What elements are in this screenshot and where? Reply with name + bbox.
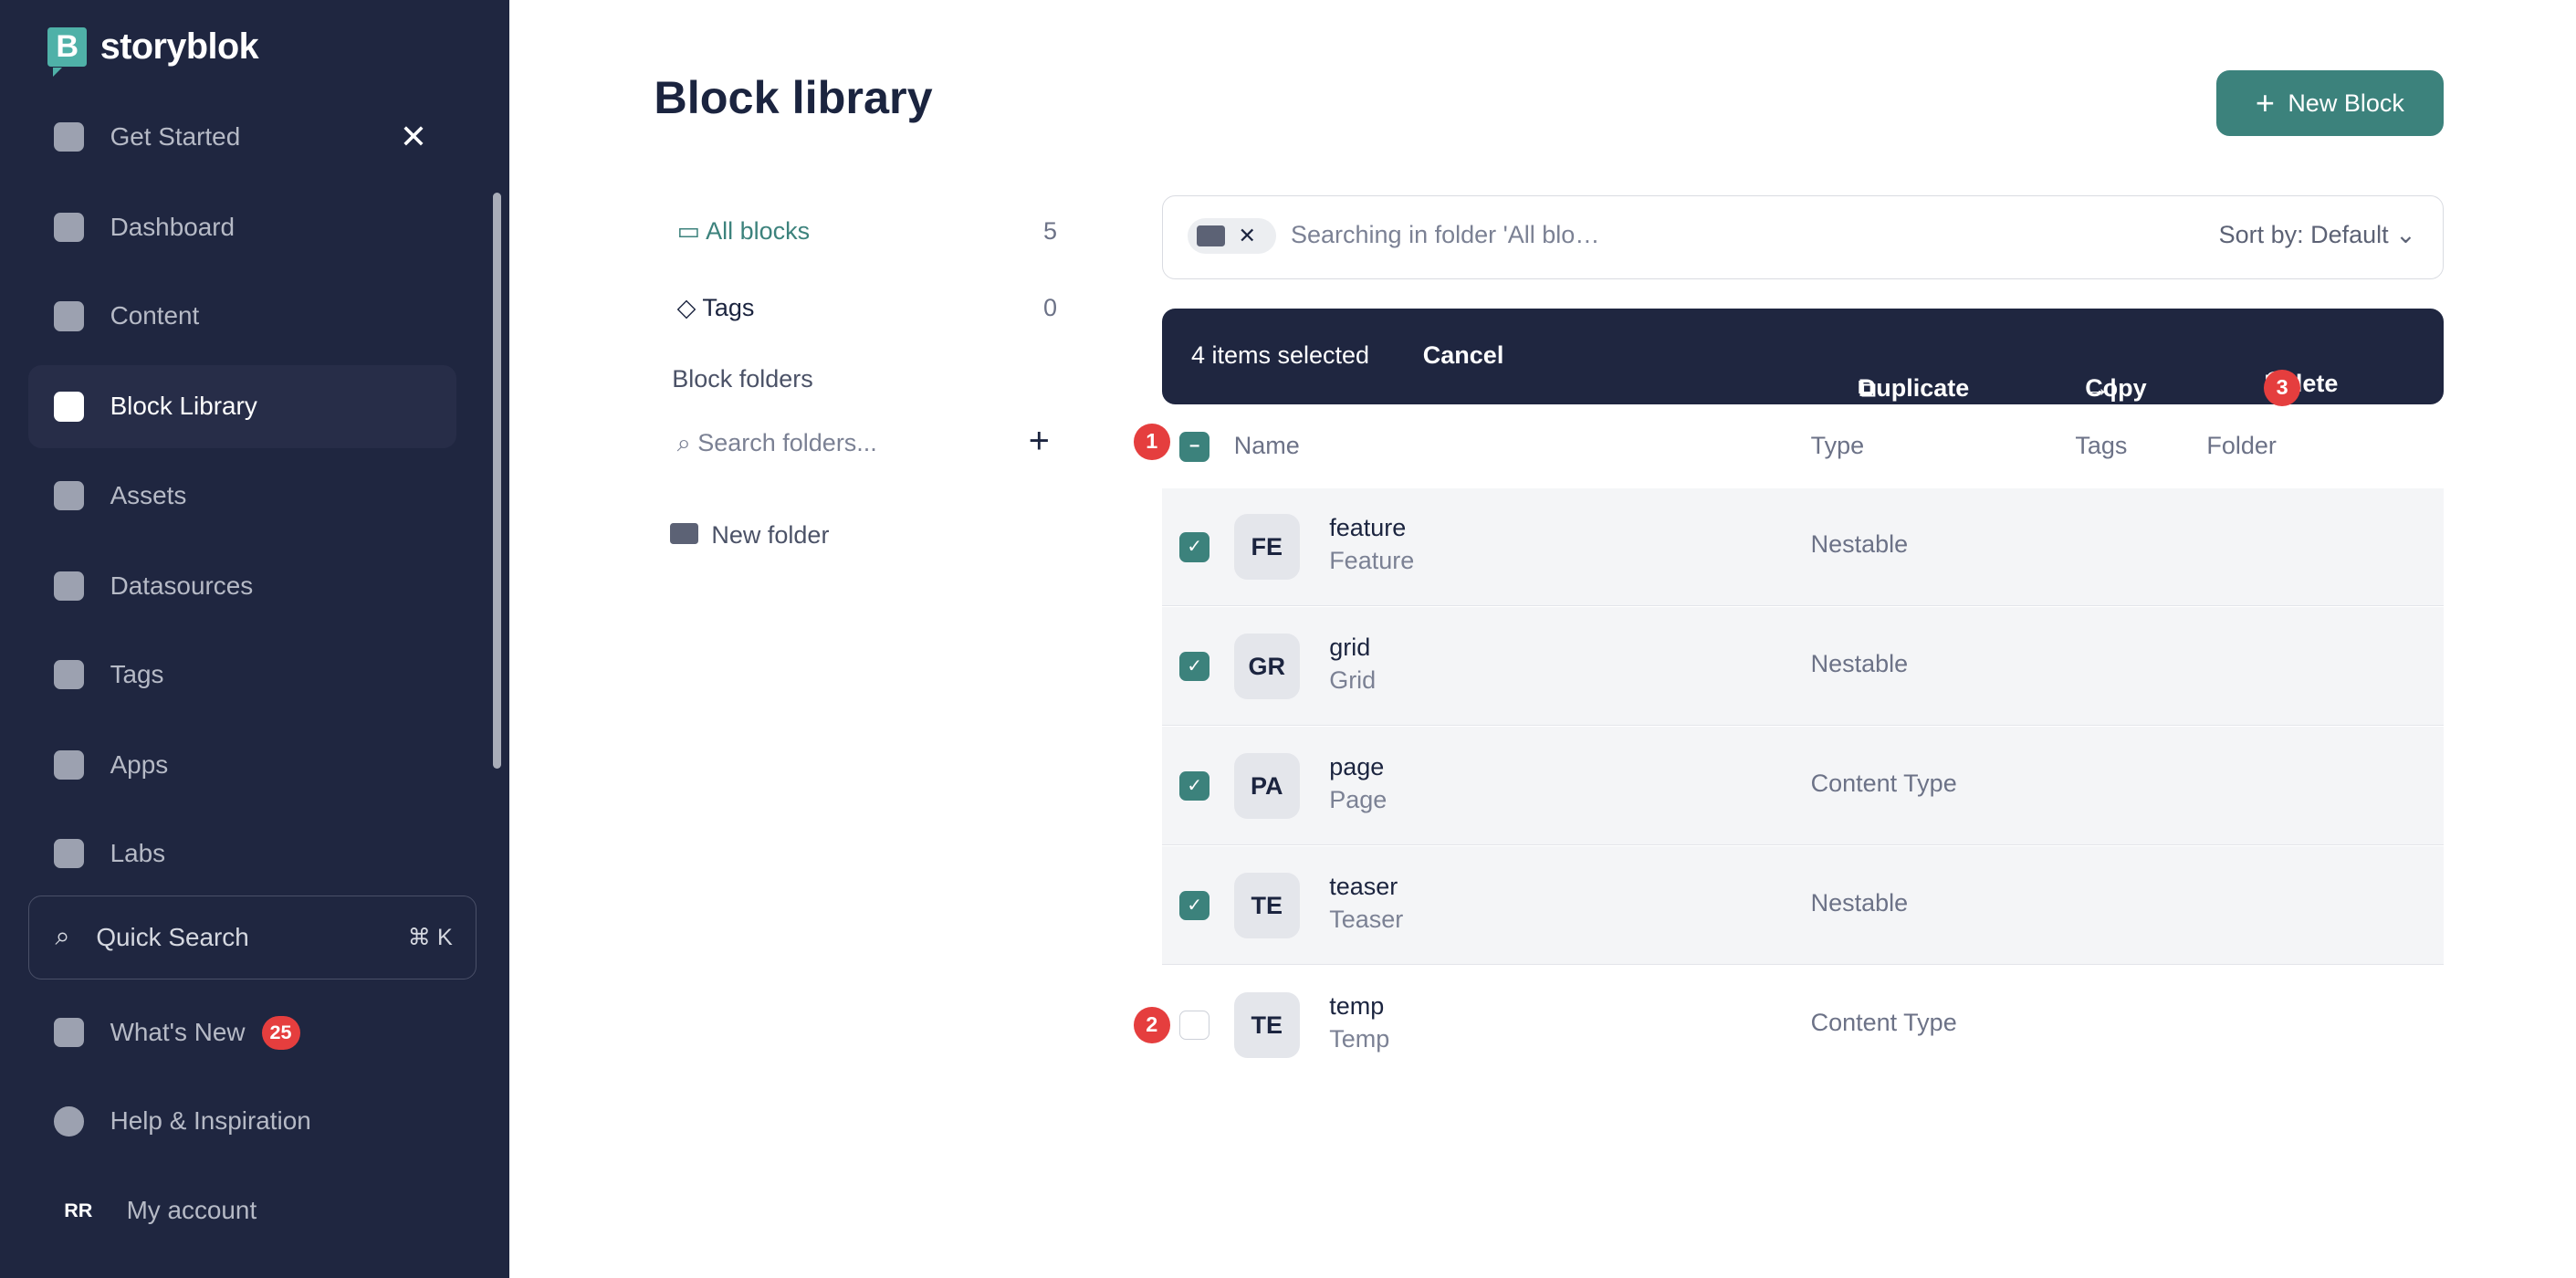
sidebar-item-account[interactable]: RR My account — [28, 1168, 457, 1252]
lifebuoy-icon — [54, 1106, 84, 1137]
block-initials: PA — [1233, 753, 1300, 820]
block-type: Nestable — [1810, 530, 1909, 559]
table-row[interactable]: ✓ FE feature Feature Nestable — [1161, 487, 2444, 607]
row-checkbox[interactable]: ✓ — [1179, 770, 1209, 801]
search-input[interactable]: Searching in folder 'All blo… — [1291, 221, 1599, 249]
folder-item-new-folder[interactable]: New folder — [670, 521, 829, 550]
marker-3: 3 — [2264, 369, 2300, 406]
row-checkbox[interactable]: ✓ — [1179, 532, 1209, 562]
block-initials: TE — [1233, 872, 1300, 938]
tag-icon: ◇ — [676, 294, 703, 322]
selection-count: 4 items selected — [1190, 341, 1370, 370]
tag-icon — [54, 659, 84, 690]
close-icon[interactable]: ✕ — [400, 118, 427, 156]
content-icon — [54, 301, 84, 331]
block-initials: GR — [1233, 634, 1300, 700]
all-blocks-count: 5 — [1043, 216, 1058, 245]
marker-1: 1 — [1134, 424, 1170, 460]
all-blocks-link[interactable]: ▭ All blocks — [677, 217, 811, 246]
sidebar: Bstoryblok Get Started ✕ Dashboard Content B… — [0, 0, 509, 1278]
sidebar-item-labs[interactable]: Labs — [28, 812, 457, 896]
page-title: Block library — [654, 71, 933, 124]
block-type: Nestable — [1810, 650, 1909, 678]
block-display-name: Page — [1329, 786, 1387, 814]
new-block-button[interactable]: + New Block — [2216, 70, 2444, 137]
sidebar-item-apps[interactable]: Apps — [28, 723, 457, 807]
marker-2: 2 — [1134, 1007, 1170, 1043]
storyblok-logo[interactable]: Bstoryblok — [47, 26, 259, 77]
sort-dropdown[interactable]: Sort by: Default ⌄ — [2219, 221, 2416, 249]
row-checkbox[interactable] — [1179, 1010, 1209, 1041]
sidebar-item-tags[interactable]: Tags — [28, 633, 457, 717]
folder-filter-chip[interactable]: ✕ — [1187, 217, 1276, 255]
block-display-name: Teaser — [1329, 905, 1404, 933]
search-folders-input[interactable]: ⌕ Search folders... — [677, 429, 877, 458]
row-checkbox[interactable]: ✓ — [1179, 890, 1209, 921]
chevron-down-icon: ⌄ — [2395, 221, 2416, 249]
block-name[interactable]: page — [1329, 753, 1384, 781]
folder-icon — [670, 523, 698, 545]
sidebar-item-assets[interactable]: Assets — [28, 454, 457, 538]
calendar-icon: ▭ — [676, 216, 707, 245]
dashboard-icon — [54, 213, 84, 243]
flask-icon — [54, 838, 84, 869]
tags-link[interactable]: ◇ Tags — [677, 294, 755, 322]
block-initials: TE — [1233, 991, 1300, 1058]
cancel-button[interactable]: Cancel — [1423, 341, 1504, 370]
datasources-icon — [54, 571, 84, 601]
close-icon[interactable]: ✕ — [1238, 223, 1256, 248]
avatar: RR — [64, 1198, 93, 1221]
row-checkbox[interactable]: ✓ — [1179, 652, 1209, 682]
plus-icon: + — [2255, 84, 2275, 122]
search-icon: ⌕ — [676, 428, 698, 456]
block-name[interactable]: grid — [1329, 634, 1370, 662]
sidebar-item-help[interactable]: Help & Inspiration — [28, 1080, 457, 1164]
block-folders-heading: Block folders — [672, 364, 813, 393]
block-search-bar[interactable]: ✕ Searching in folder 'All blo… Sort by:… — [1161, 195, 2444, 279]
sidebar-scrollbar[interactable] — [493, 192, 501, 770]
tags-count: 0 — [1043, 294, 1058, 322]
shortcut-hint: ⌘ K — [407, 924, 453, 950]
sidebar-item-datasources[interactable]: Datasources — [28, 544, 457, 628]
block-name[interactable]: teaser — [1329, 873, 1398, 901]
sidebar-item-dashboard[interactable]: Dashboard — [28, 185, 457, 269]
assets-icon — [54, 480, 84, 510]
bulk-action-bar: 4 items selected Cancel ⧉ Duplicate →| C… — [1161, 309, 2444, 406]
column-header-folder[interactable]: Folder — [2206, 432, 2277, 460]
block-display-name: Temp — [1329, 1024, 1390, 1053]
add-folder-button[interactable]: + — [1029, 421, 1050, 462]
whats-new-count: 25 — [261, 1015, 300, 1050]
block-type: Nestable — [1810, 888, 1909, 917]
block-initials: FE — [1233, 514, 1300, 581]
table-row[interactable]: ✓ TE teaser Teaser Nestable — [1161, 846, 2444, 965]
column-header-tags[interactable]: Tags — [2075, 432, 2127, 460]
sidebar-item-whats-new[interactable]: What's New 25 — [28, 990, 457, 1074]
block-name[interactable]: feature — [1329, 514, 1406, 542]
quick-search-button[interactable]: ⌕ Quick Search ⌘ K — [27, 896, 476, 979]
column-header-type[interactable]: Type — [1811, 432, 1865, 460]
folder-icon — [1197, 225, 1225, 247]
table-row[interactable]: ✓ PA page Page Content Type — [1161, 727, 2444, 845]
block-name[interactable]: temp — [1329, 992, 1384, 1021]
column-header-name[interactable]: Name — [1234, 432, 1300, 460]
table-row[interactable]: TE temp Temp Content Type — [1162, 966, 2444, 1084]
sidebar-item-block-library[interactable]: Block Library — [27, 364, 457, 449]
table-row[interactable]: ✓ GR grid Grid Nestable — [1161, 607, 2444, 727]
block-library-icon — [54, 392, 84, 422]
sidebar-item-get-started[interactable]: Get Started ✕ — [28, 95, 457, 179]
block-type: Content Type — [1810, 770, 1957, 798]
magic-wand-icon — [54, 1018, 84, 1048]
block-display-name: Grid — [1329, 666, 1377, 695]
logo-icon: B — [47, 26, 88, 77]
block-display-name: Feature — [1329, 547, 1415, 575]
sidebar-item-content[interactable]: Content — [28, 275, 457, 359]
wave-icon — [54, 122, 84, 152]
apps-icon — [54, 749, 84, 780]
search-icon: ⌕ — [55, 922, 70, 952]
select-all-checkbox[interactable]: − — [1179, 432, 1209, 462]
block-type: Content Type — [1810, 1008, 1957, 1036]
